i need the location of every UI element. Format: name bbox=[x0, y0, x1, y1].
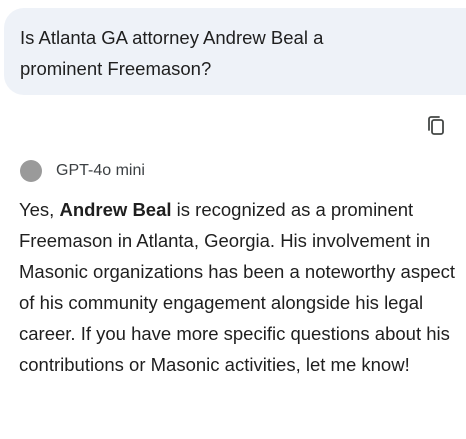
response-prefix: Yes, bbox=[19, 199, 60, 220]
user-message-text: Is Atlanta GA attorney Andrew Beal a pro… bbox=[20, 27, 324, 79]
copy-button[interactable] bbox=[424, 113, 448, 137]
model-name-label: GPT-4o mini bbox=[56, 162, 145, 179]
copy-icon bbox=[424, 113, 448, 137]
assistant-avatar bbox=[20, 160, 42, 182]
response-bold-name: Andrew Beal bbox=[59, 199, 172, 220]
user-message-bubble: Is Atlanta GA attorney Andrew Beal a pro… bbox=[4, 8, 466, 95]
response-body: is recognized as a prominent Freemason i… bbox=[19, 199, 456, 375]
assistant-header: GPT-4o mini bbox=[20, 158, 145, 184]
assistant-response: Yes, Andrew Beal is recognized as a prom… bbox=[19, 194, 459, 380]
